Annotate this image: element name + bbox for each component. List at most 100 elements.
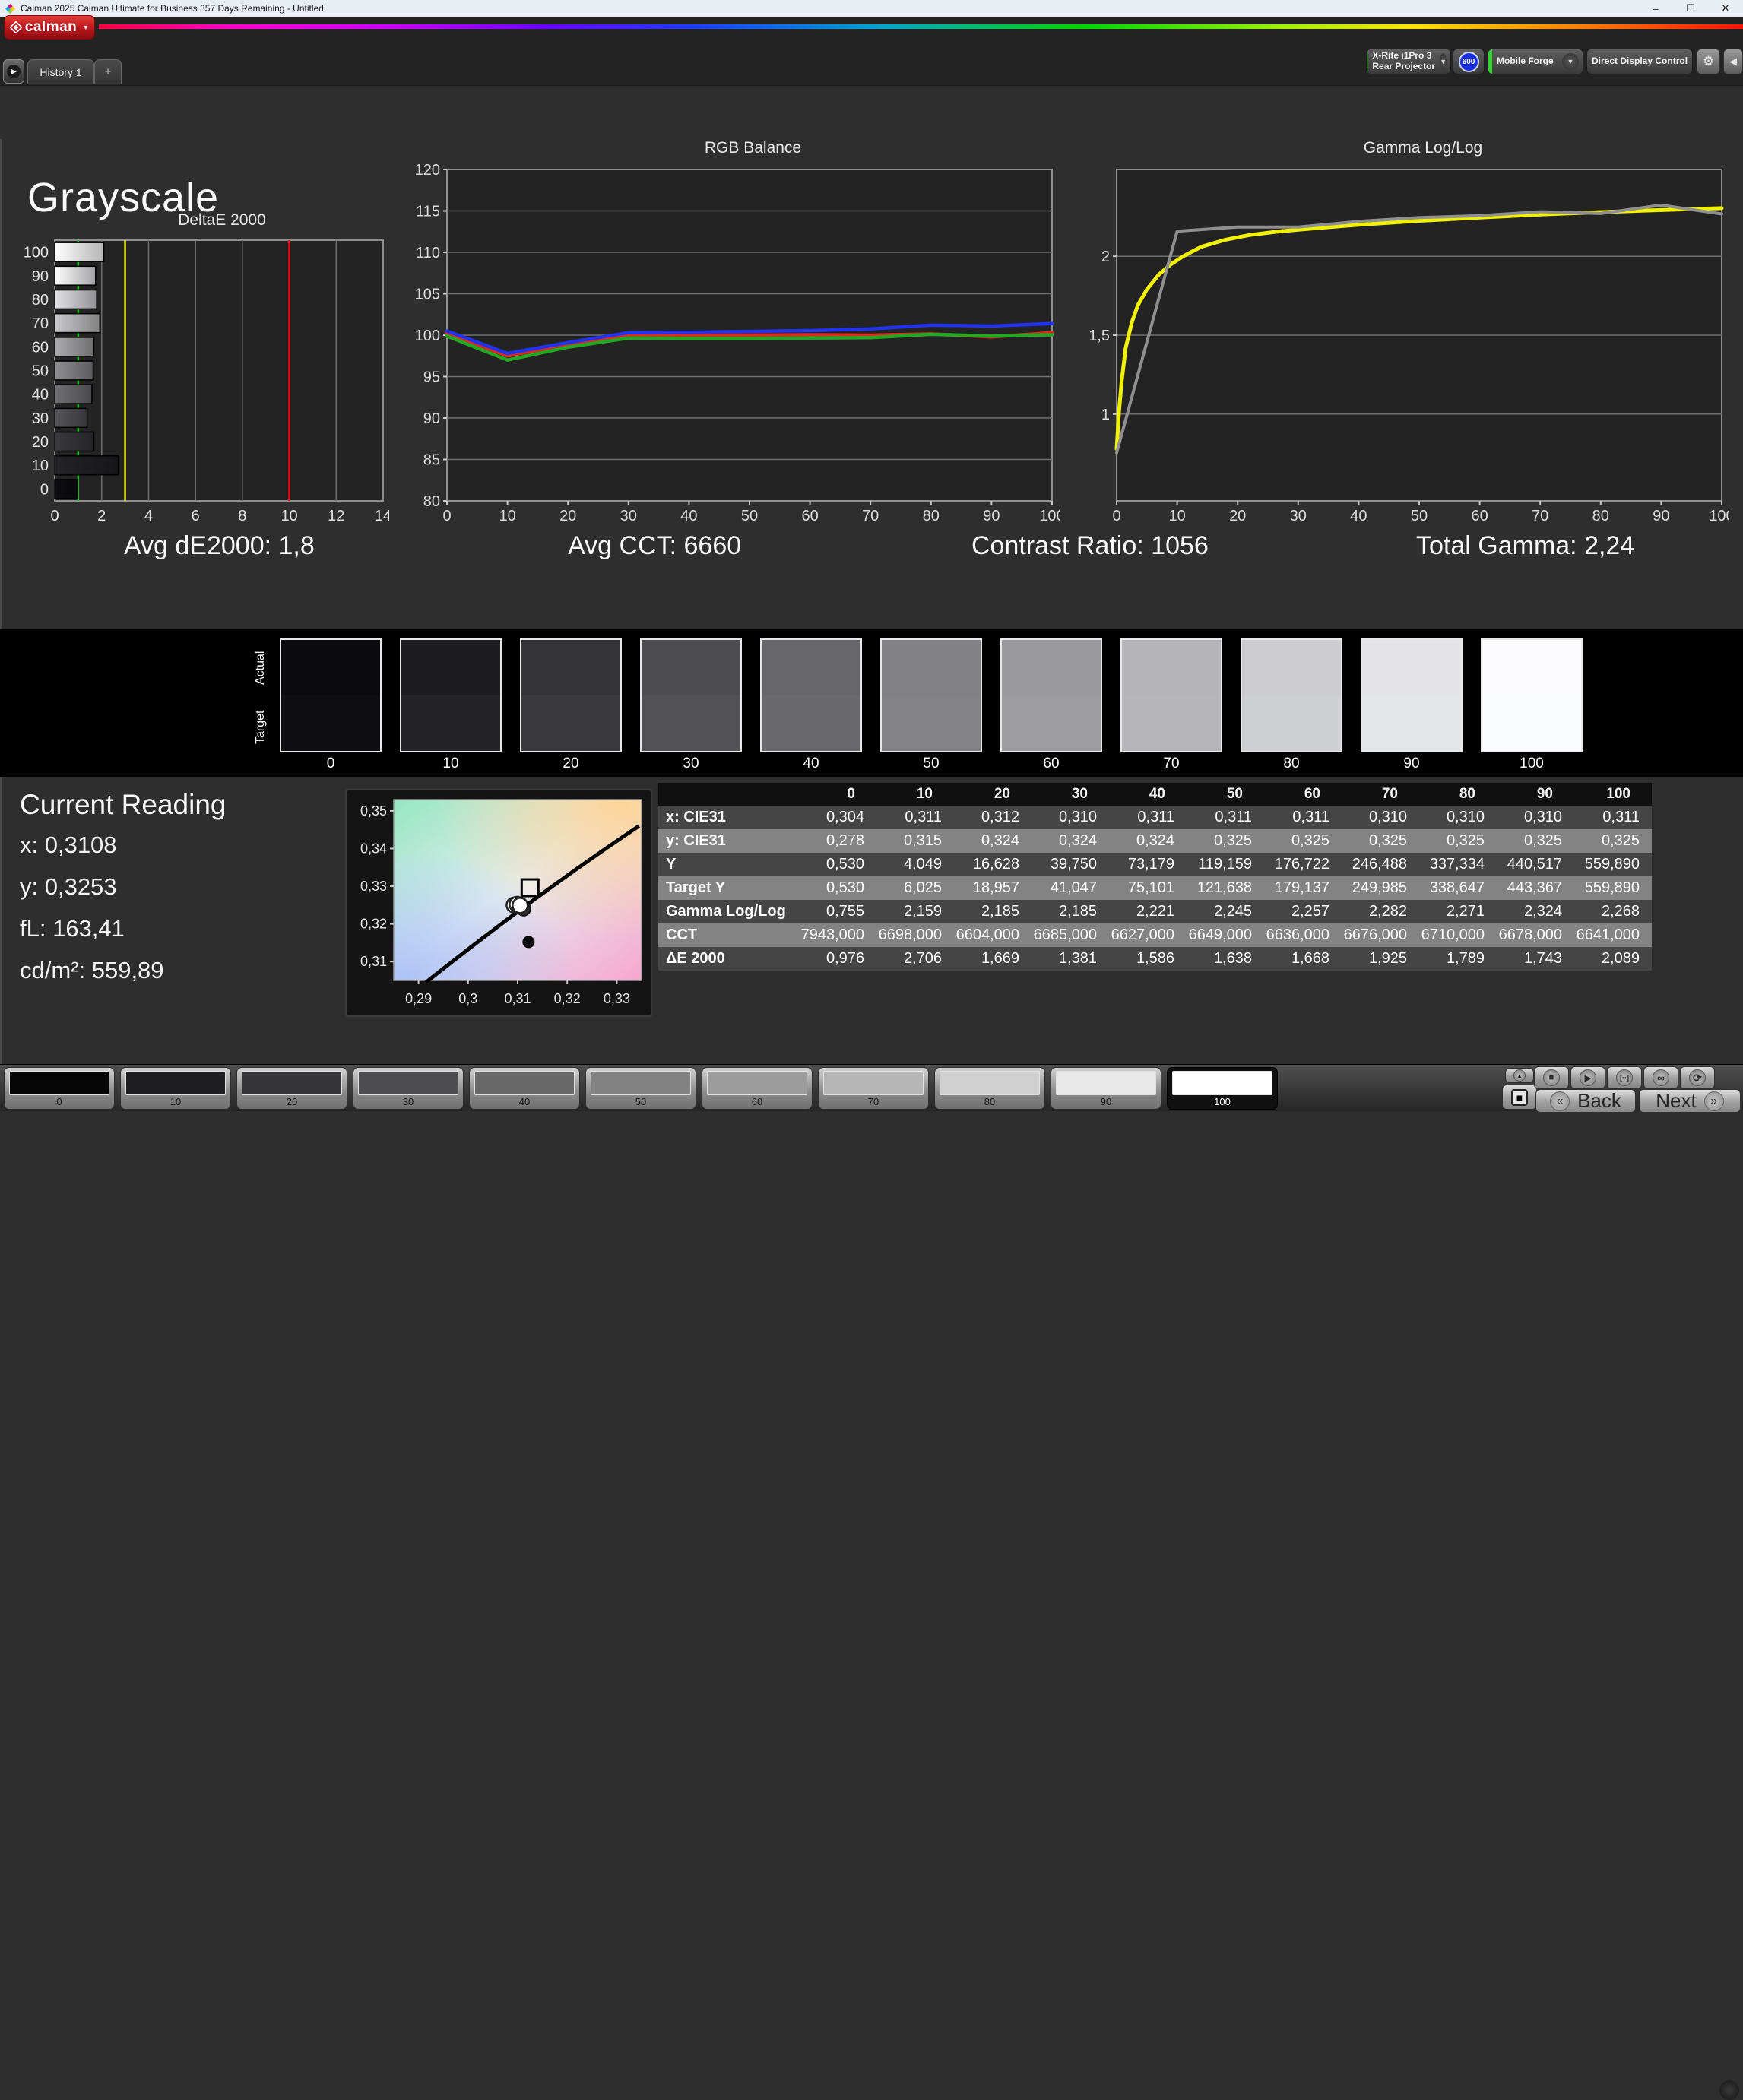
minimize-button[interactable]: – (1638, 0, 1673, 17)
tab-history[interactable]: History 1 (27, 59, 94, 84)
meter-dropdown[interactable]: X-Rite i1Pro 3 Rear Projector ▼ (1366, 49, 1451, 74)
swatch-box (1481, 638, 1583, 752)
table-cell: 41,047 (1032, 876, 1109, 900)
chevron-left-icon: « (1550, 1091, 1570, 1111)
source-dropdown[interactable]: Mobile Forge ▼ (1488, 49, 1583, 74)
table-cell: 39,750 (1032, 853, 1109, 876)
patch-button-30[interactable]: 30 (353, 1067, 464, 1110)
continuous-read-button[interactable]: ∞ (1643, 1066, 1678, 1089)
next-button[interactable]: Next » (1639, 1089, 1741, 1113)
patch-label: 70 (823, 1096, 924, 1107)
swatch-actual (1362, 640, 1461, 695)
patch-button-40[interactable]: 40 (469, 1067, 580, 1110)
svg-text:0,33: 0,33 (360, 879, 387, 894)
patch-button-100[interactable]: 100 (1167, 1067, 1278, 1110)
svg-text:2: 2 (1101, 249, 1110, 265)
source-dropdown-label: Mobile Forge (1492, 56, 1558, 67)
svg-text:60: 60 (801, 508, 818, 524)
stop-button[interactable]: ■ (1534, 1066, 1569, 1089)
settings-button[interactable]: ⚙ (1697, 49, 1720, 74)
current-reading-title: Current Reading (20, 789, 226, 821)
svg-text:90: 90 (423, 410, 439, 427)
svg-text:80: 80 (423, 493, 439, 510)
svg-text:50: 50 (32, 363, 49, 380)
display-control-dropdown[interactable]: Direct Display Control ▼ (1586, 49, 1693, 74)
swatch-cell-50: 50 (880, 638, 982, 772)
swatch-actual (762, 640, 860, 695)
pattern-up-button[interactable]: ▲ (1505, 1068, 1534, 1083)
table-cell: 2,245 (1187, 900, 1264, 923)
table-cell: 1,668 (1264, 947, 1342, 971)
back-button[interactable]: « Back (1535, 1089, 1636, 1113)
patch-button-60[interactable]: 60 (702, 1067, 813, 1110)
table-cell: 0,310 (1497, 806, 1574, 829)
svg-text:0,29: 0,29 (405, 991, 432, 1006)
current-reading-cdm2: cd/m²: 559,89 (20, 957, 226, 984)
patch-button-20[interactable]: 20 (236, 1067, 347, 1110)
window-title: Calman 2025 Calman Ultimate for Business… (21, 3, 324, 14)
table-col-header: 30 (1032, 783, 1109, 806)
swatch-actual (1482, 640, 1581, 695)
chevron-down-icon: ▼ (1692, 53, 1693, 70)
refresh-button[interactable]: ⟳ (1680, 1066, 1715, 1089)
up-arrow-icon: ▲ (1513, 1069, 1526, 1082)
svg-text:30: 30 (1290, 508, 1307, 524)
patch-button-90[interactable]: 90 (1051, 1067, 1161, 1110)
current-reading-x: x: 0,3108 (20, 831, 226, 859)
maximize-button[interactable]: ☐ (1673, 0, 1708, 17)
swatch-box (1241, 638, 1342, 752)
table-cell: 559,890 (1574, 876, 1652, 900)
table-cell: 0,530 (799, 853, 876, 876)
close-button[interactable]: ✕ (1708, 0, 1743, 17)
meter-status-badge[interactable]: 600 (1453, 49, 1485, 74)
tab-add-button[interactable]: + (94, 59, 122, 84)
play-button[interactable]: ▶ (1570, 1066, 1605, 1089)
table-cell: 6678,000 (1497, 923, 1574, 947)
table-cell: 1,925 (1342, 947, 1419, 971)
table-cell: 338,647 (1419, 876, 1497, 900)
cie-chart-plot: 0,310,320,330,340,350,290,30,310,320,33 (350, 793, 648, 1012)
read-series-button[interactable]: [··] (1607, 1066, 1642, 1089)
patch-button-70[interactable]: 70 (818, 1067, 929, 1110)
svg-text:105: 105 (414, 287, 439, 303)
patch-chip (358, 1071, 458, 1095)
svg-text:10: 10 (32, 458, 49, 474)
svg-text:40: 40 (680, 508, 697, 524)
patch-chip (591, 1071, 691, 1095)
swatch-strip: Actual Target 0102030405060708090100 (0, 629, 1743, 777)
svg-text:90: 90 (32, 268, 49, 285)
svg-text:80: 80 (922, 508, 939, 524)
svg-text:70: 70 (1532, 508, 1548, 524)
tab-scroll-button[interactable]: ▶ (3, 59, 24, 84)
table-cell: 0,311 (1264, 806, 1342, 829)
collapse-panel-button[interactable]: ◀ (1723, 49, 1743, 74)
svg-text:20: 20 (1229, 508, 1246, 524)
svg-text:50: 50 (740, 508, 757, 524)
swatch-label: 50 (880, 755, 982, 772)
table-cell: 249,985 (1342, 876, 1419, 900)
table-row-label: Gamma Log/Log (658, 900, 799, 923)
patch-button-80[interactable]: 80 (934, 1067, 1045, 1110)
table-cell: 0,311 (1109, 806, 1187, 829)
patch-button-10[interactable]: 10 (120, 1067, 231, 1110)
stat-total-gamma: Total Gamma: 2,24 (1307, 531, 1743, 561)
table-col-header: 50 (1187, 783, 1264, 806)
patch-window-button[interactable]: ■ (1502, 1085, 1537, 1110)
patch-button-50[interactable]: 50 (585, 1067, 696, 1110)
svg-text:80: 80 (1592, 508, 1609, 524)
svg-text:20: 20 (32, 434, 49, 451)
calman-logo-menu[interactable]: calman ▼ (4, 15, 95, 40)
swatch-target (1482, 695, 1581, 751)
patch-button-0[interactable]: 0 (4, 1067, 115, 1110)
swatch-box (1120, 638, 1222, 752)
titlebar: Calman 2025 Calman Ultimate for Business… (0, 0, 1743, 17)
table-cell: 0,324 (954, 829, 1032, 853)
table-col-header: 90 (1497, 783, 1574, 806)
table-cell: 6,025 (876, 876, 954, 900)
patch-chip (474, 1071, 575, 1095)
swatch-target (1002, 695, 1101, 751)
patch-label: 80 (940, 1096, 1040, 1107)
table-col-header: 100 (1574, 783, 1652, 806)
table-cell: 0,325 (1574, 829, 1652, 853)
svg-text:8: 8 (238, 508, 246, 524)
